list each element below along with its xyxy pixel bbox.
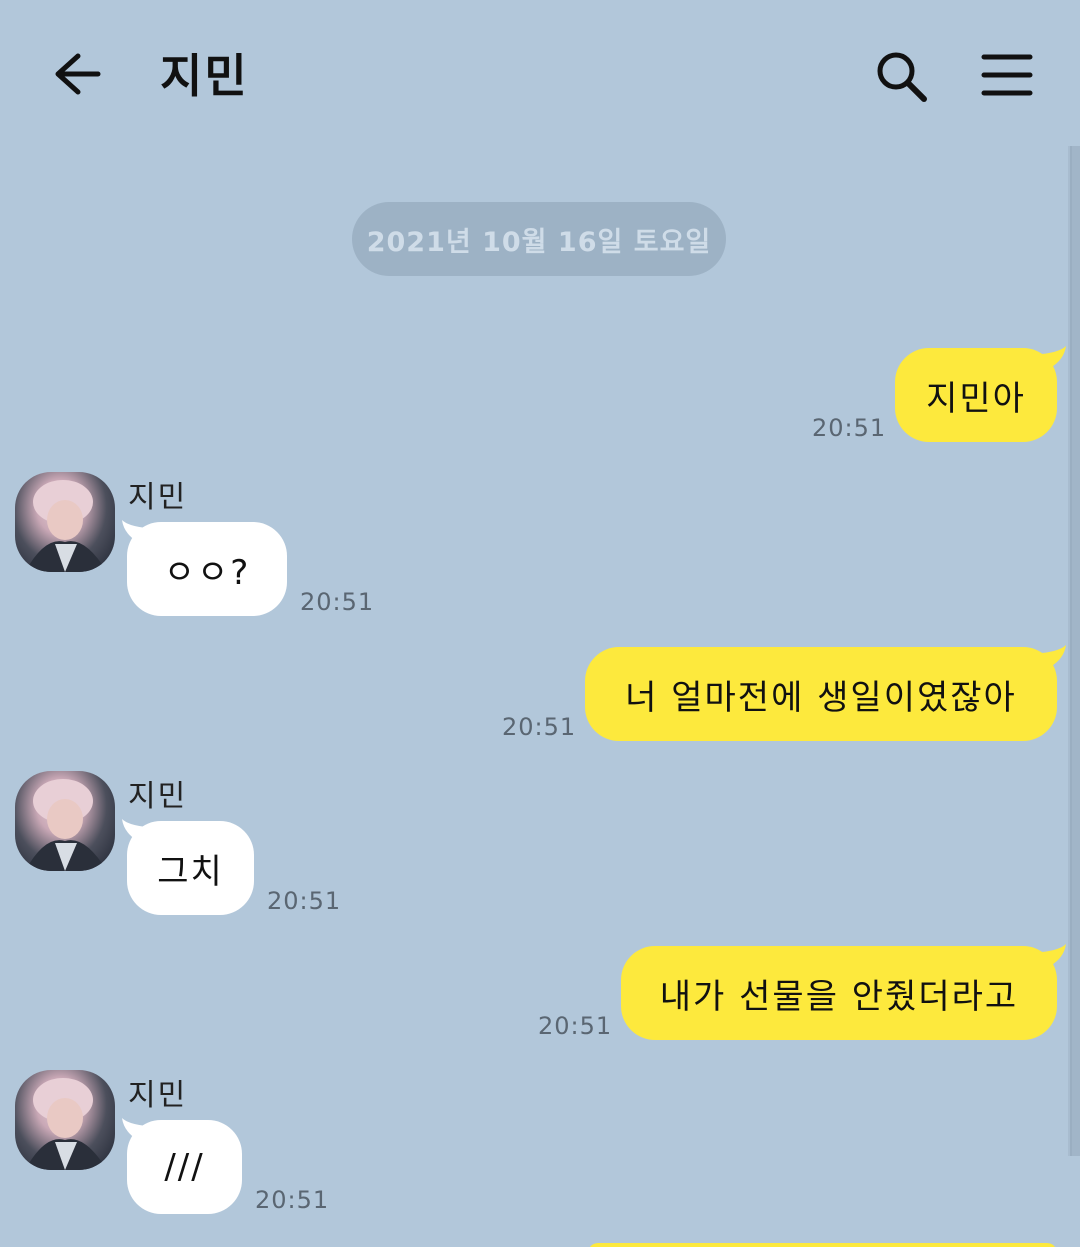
outgoing-message-bubble[interactable]: 내가 선물을 안줬더라고 bbox=[621, 946, 1057, 1040]
avatar[interactable] bbox=[15, 472, 115, 572]
message-time: 20:51 bbox=[812, 414, 887, 442]
message-text: 지민아 bbox=[926, 378, 1026, 419]
bubble-tail bbox=[1042, 944, 1066, 966]
search-icon[interactable] bbox=[872, 48, 930, 104]
message-text: 너 얼마전에 생일이였잖아 bbox=[625, 677, 1017, 718]
sender-name: 지민 bbox=[128, 480, 188, 515]
chat-header: 지민 bbox=[0, 0, 1080, 140]
message-time: 20:51 bbox=[300, 588, 375, 616]
chat-screen: 지민 2021년 10월 16일 토요일 지민아 20:51 지민 ㅇㅇ? 20… bbox=[0, 0, 1080, 1247]
bubble-tail bbox=[1042, 346, 1066, 368]
date-divider: 2021년 10월 16일 토요일 bbox=[352, 202, 726, 276]
sender-name: 지민 bbox=[128, 779, 188, 814]
incoming-message-bubble[interactable]: ㅇㅇ? bbox=[127, 522, 287, 616]
message-time: 20:51 bbox=[267, 887, 342, 915]
outgoing-message-bubble-partial[interactable] bbox=[588, 1243, 1057, 1247]
bubble-tail bbox=[1042, 645, 1066, 667]
hamburger-menu-icon[interactable] bbox=[980, 52, 1034, 98]
message-time: 20:51 bbox=[502, 713, 577, 741]
sender-name: 지민 bbox=[128, 1078, 188, 1113]
message-text: ㅇㅇ? bbox=[163, 552, 251, 593]
avatar[interactable] bbox=[15, 1070, 115, 1170]
chat-title: 지민 bbox=[160, 49, 249, 103]
message-time: 20:51 bbox=[538, 1012, 613, 1040]
message-text: /// bbox=[164, 1147, 205, 1187]
message-text: 내가 선물을 안줬더라고 bbox=[659, 976, 1019, 1017]
outgoing-message-bubble[interactable]: 너 얼마전에 생일이였잖아 bbox=[585, 647, 1057, 741]
outgoing-message-bubble[interactable]: 지민아 bbox=[895, 348, 1057, 442]
incoming-message-bubble[interactable]: 그치 bbox=[127, 821, 254, 915]
message-text: 그치 bbox=[157, 851, 224, 892]
avatar[interactable] bbox=[15, 771, 115, 871]
arrow-left-icon[interactable] bbox=[50, 50, 102, 98]
message-time: 20:51 bbox=[255, 1186, 330, 1214]
incoming-message-bubble[interactable]: /// bbox=[127, 1120, 242, 1214]
